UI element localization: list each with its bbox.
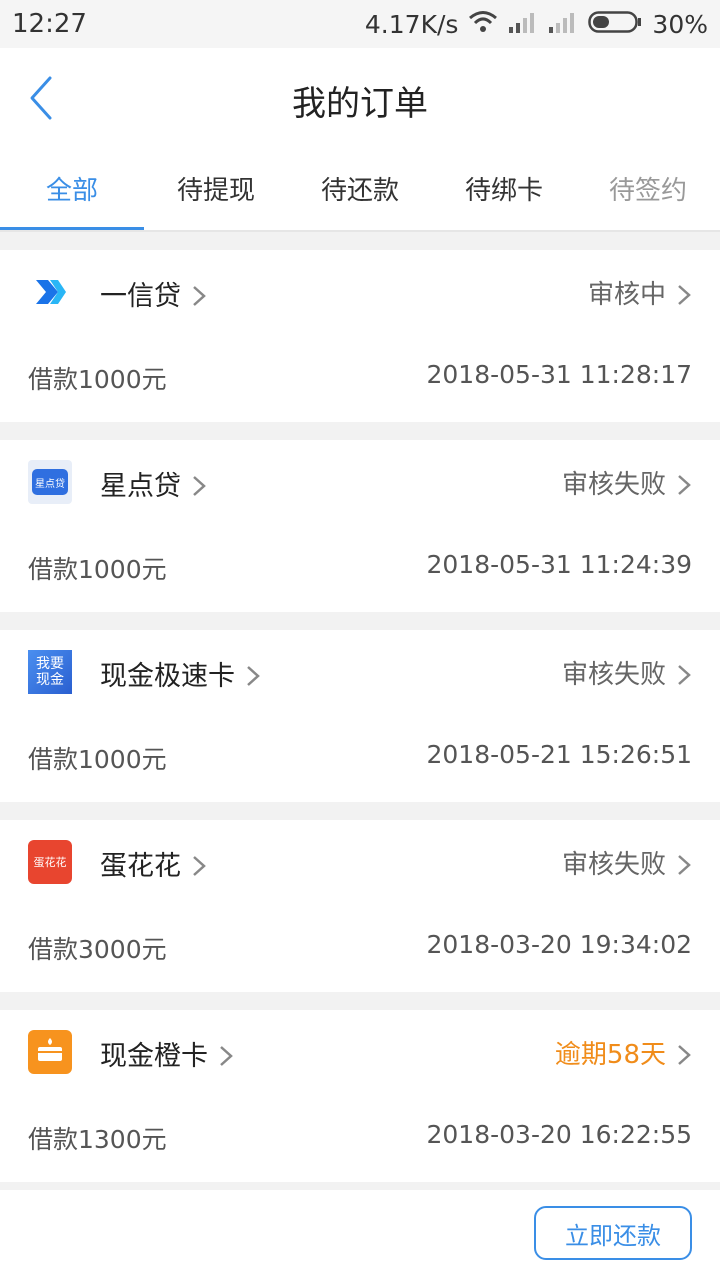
page-header: 我的订单 <box>0 48 720 150</box>
chevron-right-icon <box>678 1044 691 1065</box>
chevron-right-icon <box>247 665 260 686</box>
loan-amount: 借款1000元 <box>28 365 167 394</box>
danhuahua-logo-icon: 蛋花花 <box>28 840 72 884</box>
logo-label: 星点贷 <box>32 469 68 495</box>
chevron-right-icon <box>678 664 691 685</box>
tab-active-indicator <box>0 227 144 230</box>
chevron-right-icon <box>193 475 206 496</box>
order-status: 审核失败 <box>561 470 666 500</box>
product-name-link[interactable]: 蛋花花 <box>100 844 207 883</box>
order-status-link[interactable]: 逾期58天 <box>555 1034 692 1071</box>
xianjin-chengka-logo-icon <box>28 1030 72 1074</box>
product-name: 一信贷 <box>100 281 181 312</box>
chevron-right-icon <box>678 284 691 305</box>
order-card[interactable]: 现金橙卡 逾期58天 借款1300元 2018-03-20 16:22:55 <box>0 1010 720 1182</box>
status-right: 4.17K/s 30% <box>365 9 708 39</box>
signal-icon <box>508 10 538 39</box>
product-name: 星点贷 <box>100 471 181 502</box>
repay-now-button[interactable]: 立即还款 <box>534 1206 692 1260</box>
page-title: 我的订单 <box>292 84 428 124</box>
product-name: 现金极速卡 <box>100 661 235 692</box>
loan-amount: 借款1000元 <box>28 555 167 584</box>
battery-percent: 30% <box>652 9 708 39</box>
signal-icon <box>548 10 578 39</box>
order-status-overdue: 逾期58天 <box>554 1040 666 1070</box>
tab-pending-sign[interactable]: 待签约 <box>576 170 720 207</box>
order-status-link[interactable]: 审核失败 <box>562 844 692 881</box>
chevron-right-icon <box>193 855 206 876</box>
xingdiandai-logo-icon: 星点贷 <box>28 460 72 504</box>
order-status: 审核失败 <box>561 660 666 690</box>
product-name-link[interactable]: 现金橙卡 <box>100 1034 234 1073</box>
tab-pending-withdraw[interactable]: 待提现 <box>144 170 288 207</box>
xianjin-jisuka-logo-icon: 我要现金 <box>28 650 72 694</box>
wifi-icon <box>468 9 498 39</box>
loan-amount: 借款1000元 <box>28 745 167 774</box>
product-name: 蛋花花 <box>100 851 181 882</box>
order-card[interactable]: 一信贷 审核中 借款1000元 2018-05-31 11:28:17 <box>0 250 720 422</box>
order-time: 2018-05-21 15:26:51 <box>426 740 692 769</box>
tab-pending-repay[interactable]: 待还款 <box>288 170 432 207</box>
chevron-right-icon <box>193 285 206 306</box>
order-status: 审核中 <box>587 280 666 310</box>
network-speed: 4.17K/s <box>364 9 459 39</box>
order-time: 2018-05-31 11:28:17 <box>426 360 692 389</box>
chevron-right-icon <box>220 1045 233 1066</box>
order-time: 2018-03-20 16:22:55 <box>426 1120 692 1149</box>
yixindai-logo-icon <box>28 270 72 314</box>
tab-pending-bind-card[interactable]: 待绑卡 <box>432 170 576 207</box>
status-time: 12:27 <box>12 9 87 39</box>
status-bar: 12:27 4.17K/s 30% <box>0 0 720 48</box>
product-name-link[interactable]: 星点贷 <box>100 464 207 503</box>
order-status-link[interactable]: 审核中 <box>588 274 692 311</box>
loan-amount: 借款3000元 <box>28 935 167 964</box>
order-card[interactable]: 蛋花花 蛋花花 审核失败 借款3000元 2018-03-20 19:34:02 <box>0 820 720 992</box>
order-card[interactable]: 我要现金 现金极速卡 审核失败 借款1000元 2018-05-21 15:26… <box>0 630 720 802</box>
product-name-link[interactable]: 现金极速卡 <box>100 654 261 693</box>
tab-all[interactable]: 全部 <box>0 170 144 207</box>
product-name-link[interactable]: 一信贷 <box>100 274 207 313</box>
order-card[interactable]: 星点贷 星点贷 审核失败 借款1000元 2018-05-31 11:24:39 <box>0 440 720 612</box>
order-status: 审核失败 <box>561 850 666 880</box>
order-status-link[interactable]: 审核失败 <box>562 654 692 691</box>
order-time: 2018-03-20 19:34:02 <box>426 930 692 959</box>
chevron-right-icon <box>678 854 691 875</box>
loan-amount: 借款1300元 <box>28 1125 167 1154</box>
order-status-link[interactable]: 审核失败 <box>562 464 692 501</box>
product-name: 现金橙卡 <box>100 1041 208 1072</box>
order-tabs: 全部 待提现 待还款 待绑卡 待签约 <box>0 150 720 232</box>
card-footer: 立即还款 <box>0 1190 720 1280</box>
battery-icon <box>588 10 642 39</box>
logo-label: 蛋花花 <box>28 840 72 884</box>
chevron-right-icon <box>678 474 691 495</box>
order-time: 2018-05-31 11:24:39 <box>426 550 692 579</box>
logo-label: 我要现金 <box>28 650 72 694</box>
